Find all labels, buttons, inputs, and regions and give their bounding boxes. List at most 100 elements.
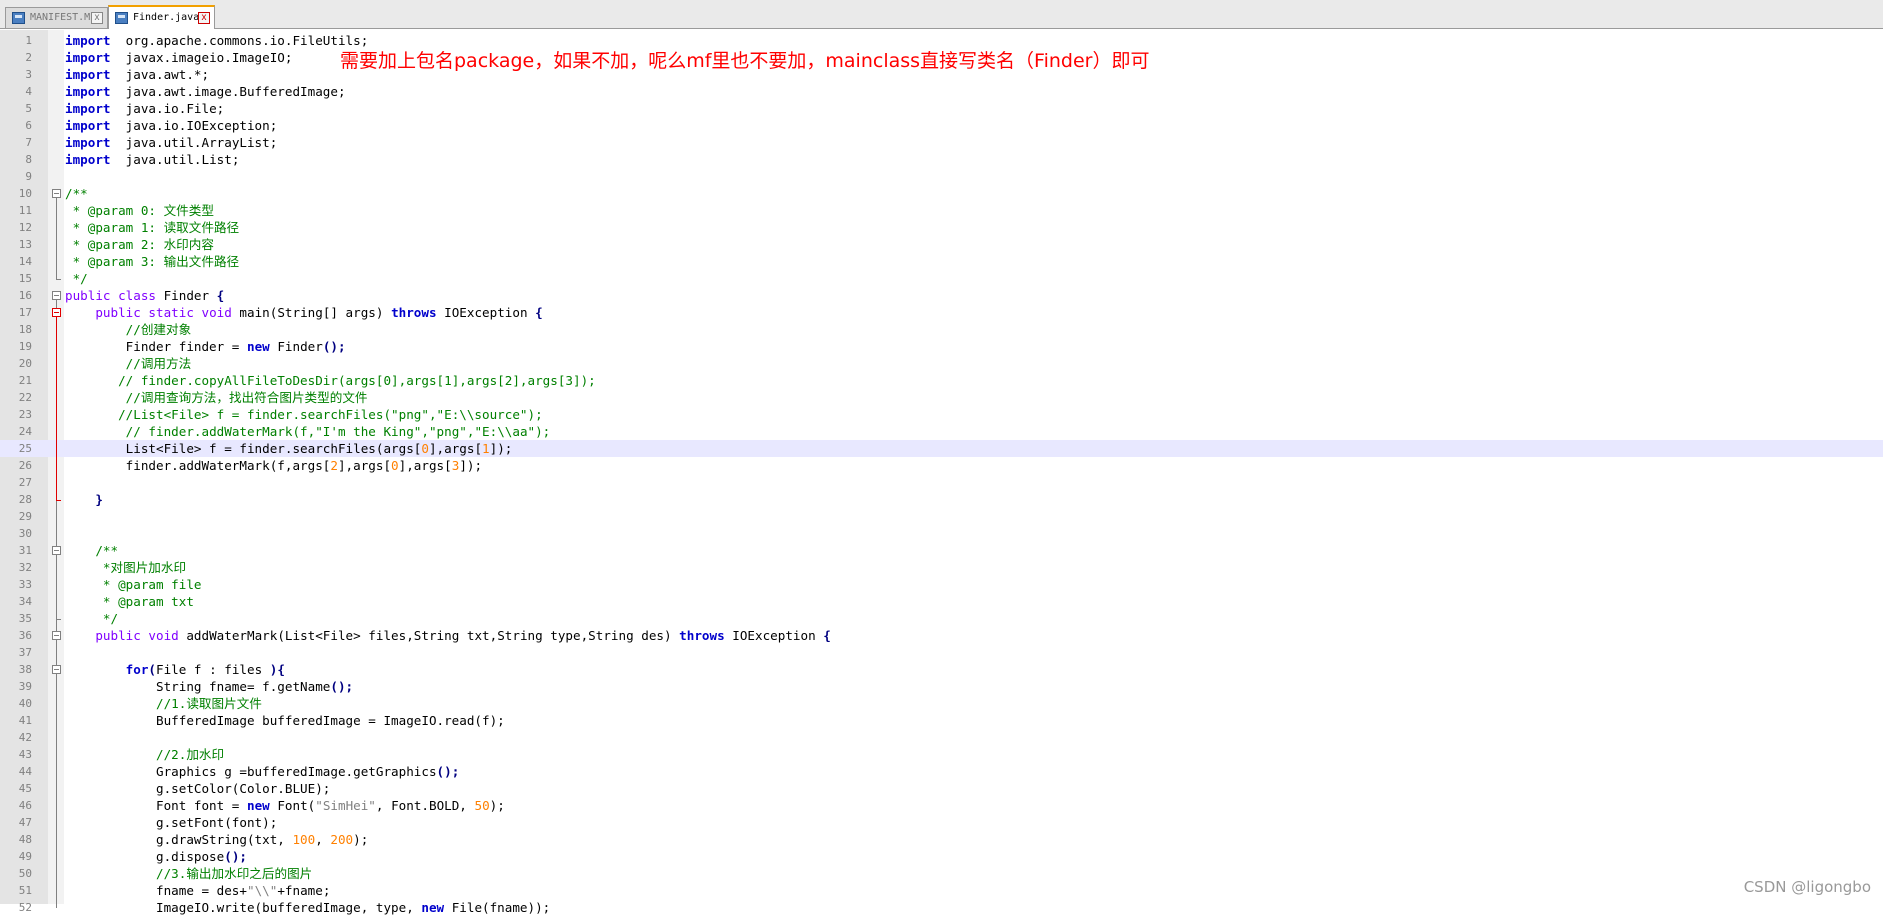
code-line[interactable]: 6 import java.io.IOException; xyxy=(0,117,1883,134)
code-line[interactable]: 46 Font font = new Font("SimHei", Font.B… xyxy=(0,797,1883,814)
code-line[interactable]: 19 Finder finder = new Finder(); xyxy=(0,338,1883,355)
code-line[interactable]: 35 */ xyxy=(0,610,1883,627)
code-line[interactable]: 49 g.dispose(); xyxy=(0,848,1883,865)
code-line[interactable]: 39 String fname= f.getName(); xyxy=(0,678,1883,695)
code-line[interactable]: 15 */ xyxy=(0,270,1883,287)
code-text: /** xyxy=(95,543,119,558)
code-line[interactable]: 24 // finder.addWaterMark(f,"I'm the Kin… xyxy=(0,423,1883,440)
code-line[interactable]: 29 xyxy=(0,508,1883,525)
code-text: public static void main(String[] args) t… xyxy=(95,305,543,320)
code-line[interactable]: 21 // finder.copyAllFileToDesDir(args[0]… xyxy=(0,372,1883,389)
code-line[interactable]: 50 //3.输出加水印之后的图片 xyxy=(0,865,1883,882)
code-line[interactable]: 34 * @param txt xyxy=(0,593,1883,610)
tab-finder-java[interactable]: Finder.java x xyxy=(108,5,215,29)
code-text: g.setColor(Color.BLUE); xyxy=(65,781,331,796)
code-editor[interactable]: 1 import org.apache.commons.io.FileUtils;… xyxy=(0,30,1883,915)
fold-toggle-icon[interactable] xyxy=(52,546,61,555)
fold-toggle-icon[interactable] xyxy=(52,631,61,640)
code-line[interactable]: 32 *对图片加水印 xyxy=(0,559,1883,576)
code-text: import java.io.IOException; xyxy=(65,118,278,133)
fold-toggle-icon[interactable] xyxy=(52,189,61,198)
code-line[interactable]: 33 * @param file xyxy=(0,576,1883,593)
line-number: 40 xyxy=(18,697,32,710)
line-number: 49 xyxy=(18,850,32,863)
line-number: 24 xyxy=(18,425,32,438)
code-text: //调用方法 xyxy=(125,356,192,371)
code-line[interactable]: 11 * @param 0: 文件类型 xyxy=(0,202,1883,219)
code-line[interactable]: 48 g.drawString(txt, 100, 200); xyxy=(0,831,1883,848)
code-text: fname = des+"\\"+fname; xyxy=(65,883,331,898)
code-line[interactable]: 43 //2.加水印 xyxy=(0,746,1883,763)
code-line[interactable]: 20 //调用方法 xyxy=(0,355,1883,372)
code-line[interactable]: 7 import java.util.ArrayList; xyxy=(0,134,1883,151)
code-line[interactable]: 51 fname = des+"\\"+fname; xyxy=(0,882,1883,899)
tab-label: MANIFEST.MF xyxy=(30,12,97,23)
line-number: 30 xyxy=(18,527,32,540)
code-line[interactable]: 23 //List<File> f = finder.searchFiles("… xyxy=(0,406,1883,423)
close-icon[interactable]: x xyxy=(91,12,103,24)
code-line[interactable]: 9 xyxy=(0,168,1883,185)
code-line[interactable]: 42 xyxy=(0,729,1883,746)
line-number: 2 xyxy=(25,51,32,64)
code-text: public void addWaterMark(List<File> file… xyxy=(95,628,831,643)
line-number: 3 xyxy=(25,68,32,81)
line-number: 41 xyxy=(18,714,32,727)
code-line[interactable]: 25 List<File> f = finder.searchFiles(arg… xyxy=(0,440,1883,457)
code-line[interactable]: 47 g.setFont(font); xyxy=(0,814,1883,831)
code-line[interactable]: 16 public class Finder { xyxy=(0,287,1883,304)
line-number: 52 xyxy=(18,901,32,914)
code-line[interactable]: 8 import java.util.List; xyxy=(0,151,1883,168)
code-text: * @param 3: 输出文件路径 xyxy=(65,254,240,269)
code-line[interactable]: 28 } xyxy=(0,491,1883,508)
code-line[interactable]: 10 /** xyxy=(0,185,1883,202)
code-line[interactable]: 5 import java.io.File; xyxy=(0,100,1883,117)
code-line[interactable]: 4 import java.awt.image.BufferedImage; xyxy=(0,83,1883,100)
code-line[interactable]: 38 for(File f : files ){ xyxy=(0,661,1883,678)
code-line[interactable]: 30 xyxy=(0,525,1883,542)
code-line[interactable]: 26 finder.addWaterMark(f,args[2],args[0]… xyxy=(0,457,1883,474)
line-number: 31 xyxy=(18,544,32,557)
code-text: //2.加水印 xyxy=(156,747,225,762)
fold-end-marker xyxy=(56,619,61,620)
tab-manifest[interactable]: MANIFEST.MF x xyxy=(5,7,108,28)
fold-end-marker xyxy=(56,279,61,280)
code-text: public class Finder { xyxy=(65,288,225,303)
code-text: ImageIO.write(bufferedImage, type, new F… xyxy=(65,900,551,915)
line-number: 1 xyxy=(25,34,32,47)
line-number: 39 xyxy=(18,680,32,693)
line-number: 35 xyxy=(18,612,32,625)
fold-toggle-icon[interactable] xyxy=(52,291,61,300)
line-number: 29 xyxy=(18,510,32,523)
line-number: 5 xyxy=(25,102,32,115)
code-text: import java.util.List; xyxy=(65,152,240,167)
code-line[interactable]: 44 Graphics g =bufferedImage.getGraphics… xyxy=(0,763,1883,780)
code-line[interactable]: 14 * @param 3: 输出文件路径 xyxy=(0,253,1883,270)
code-line[interactable]: 22 //调用查询方法，找出符合图片类型的文件 xyxy=(0,389,1883,406)
fold-toggle-icon[interactable] xyxy=(52,665,61,674)
code-text: * @param 1: 读取文件路径 xyxy=(65,220,240,235)
code-line[interactable]: 45 g.setColor(Color.BLUE); xyxy=(0,780,1883,797)
code-line[interactable]: 41 BufferedImage bufferedImage = ImageIO… xyxy=(0,712,1883,729)
code-line[interactable]: 13 * @param 2: 水印内容 xyxy=(0,236,1883,253)
code-line[interactable]: 31 /** xyxy=(0,542,1883,559)
code-text: g.dispose(); xyxy=(65,849,247,864)
line-number: 20 xyxy=(18,357,32,370)
line-number: 51 xyxy=(18,884,32,897)
code-text: //3.输出加水印之后的图片 xyxy=(156,866,313,881)
code-line[interactable]: 12 * @param 1: 读取文件路径 xyxy=(0,219,1883,236)
line-number: 48 xyxy=(18,833,32,846)
code-text: import java.io.File; xyxy=(65,101,225,116)
code-line[interactable]: 37 xyxy=(0,644,1883,661)
code-line[interactable]: 18 //创建对象 xyxy=(0,321,1883,338)
fold-toggle-icon[interactable] xyxy=(52,308,61,317)
close-icon[interactable]: x xyxy=(198,12,210,24)
code-text: import java.awt.image.BufferedImage; xyxy=(65,84,346,99)
line-number: 8 xyxy=(25,153,32,166)
code-line[interactable]: 17 public static void main(String[] args… xyxy=(0,304,1883,321)
code-line[interactable]: 36 public void addWaterMark(List<File> f… xyxy=(0,627,1883,644)
line-number: 33 xyxy=(18,578,32,591)
code-line[interactable]: 40 //1.读取图片文件 xyxy=(0,695,1883,712)
code-line[interactable]: 27 xyxy=(0,474,1883,491)
line-number: 13 xyxy=(18,238,32,251)
code-line[interactable]: 52 ImageIO.write(bufferedImage, type, ne… xyxy=(0,899,1883,916)
